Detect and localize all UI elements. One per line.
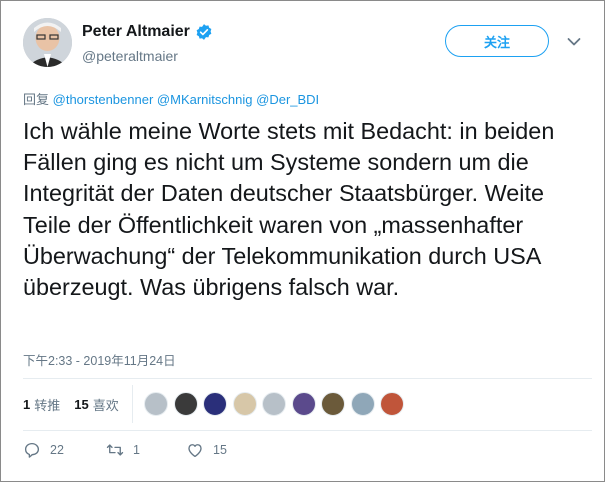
like-count: 15: [213, 443, 227, 457]
liker-avatar[interactable]: [262, 392, 286, 416]
heart-icon: [188, 444, 202, 458]
retweets-label[interactable]: 转推: [34, 395, 60, 414]
tweet-actions: 22 1 15: [23, 441, 227, 459]
retweet-action[interactable]: 1: [106, 441, 186, 459]
reply-context: 回复 @thorstenbenner @MKarnitschnig @Der_B…: [23, 89, 319, 108]
mention-link[interactable]: @MKarnitschnig: [157, 92, 253, 107]
verified-badge-icon: [195, 23, 213, 41]
liker-avatar[interactable]: [291, 392, 316, 416]
reply-prefix: 回复: [23, 92, 50, 107]
author-display-name[interactable]: Peter Altmaier: [82, 23, 190, 41]
mention-link[interactable]: @thorstenbenner: [53, 92, 154, 107]
retweet-count: 1: [133, 443, 140, 457]
follow-button[interactable]: 关注: [445, 25, 549, 57]
reply-icon: [24, 442, 40, 458]
reply-action[interactable]: 22: [23, 441, 106, 459]
liker-avatar[interactable]: [144, 392, 168, 416]
divider: [23, 430, 592, 431]
likes-label[interactable]: 喜欢: [93, 395, 119, 414]
liker-avatar[interactable]: [380, 392, 404, 416]
tweet-card: Peter Altmaier @peteraltmaier 关注 回复 @tho…: [0, 0, 605, 482]
retweets-count[interactable]: 1: [23, 397, 30, 412]
liker-avatar[interactable]: [203, 392, 227, 416]
divider: [23, 378, 592, 379]
tweet-timestamp[interactable]: 下午2:33 - 2019年11月24日: [23, 350, 176, 369]
like-action[interactable]: 15: [186, 441, 227, 459]
author-avatar[interactable]: [23, 18, 72, 67]
author-handle[interactable]: @peteraltmaier: [82, 48, 178, 64]
likes-count[interactable]: 15: [74, 397, 88, 412]
author-name-row: Peter Altmaier: [82, 23, 213, 41]
avatar-image: [23, 18, 72, 67]
liker-avatar[interactable]: [350, 392, 375, 416]
tweet-stats: 1 转推 15 喜欢: [23, 395, 133, 414]
stats-separator: [132, 385, 133, 423]
mention-link[interactable]: @Der_BDI: [256, 92, 319, 107]
retweet-icon: [106, 444, 124, 456]
chevron-down-icon[interactable]: [567, 37, 581, 47]
reply-count: 22: [50, 443, 64, 457]
liker-avatar[interactable]: [321, 392, 345, 416]
liker-avatar[interactable]: [232, 392, 257, 416]
liker-avatars: [144, 392, 410, 416]
liker-avatar[interactable]: [173, 392, 198, 416]
tweet-text: Ich wähle meine Worte stets mit Bedacht:…: [23, 118, 555, 301]
